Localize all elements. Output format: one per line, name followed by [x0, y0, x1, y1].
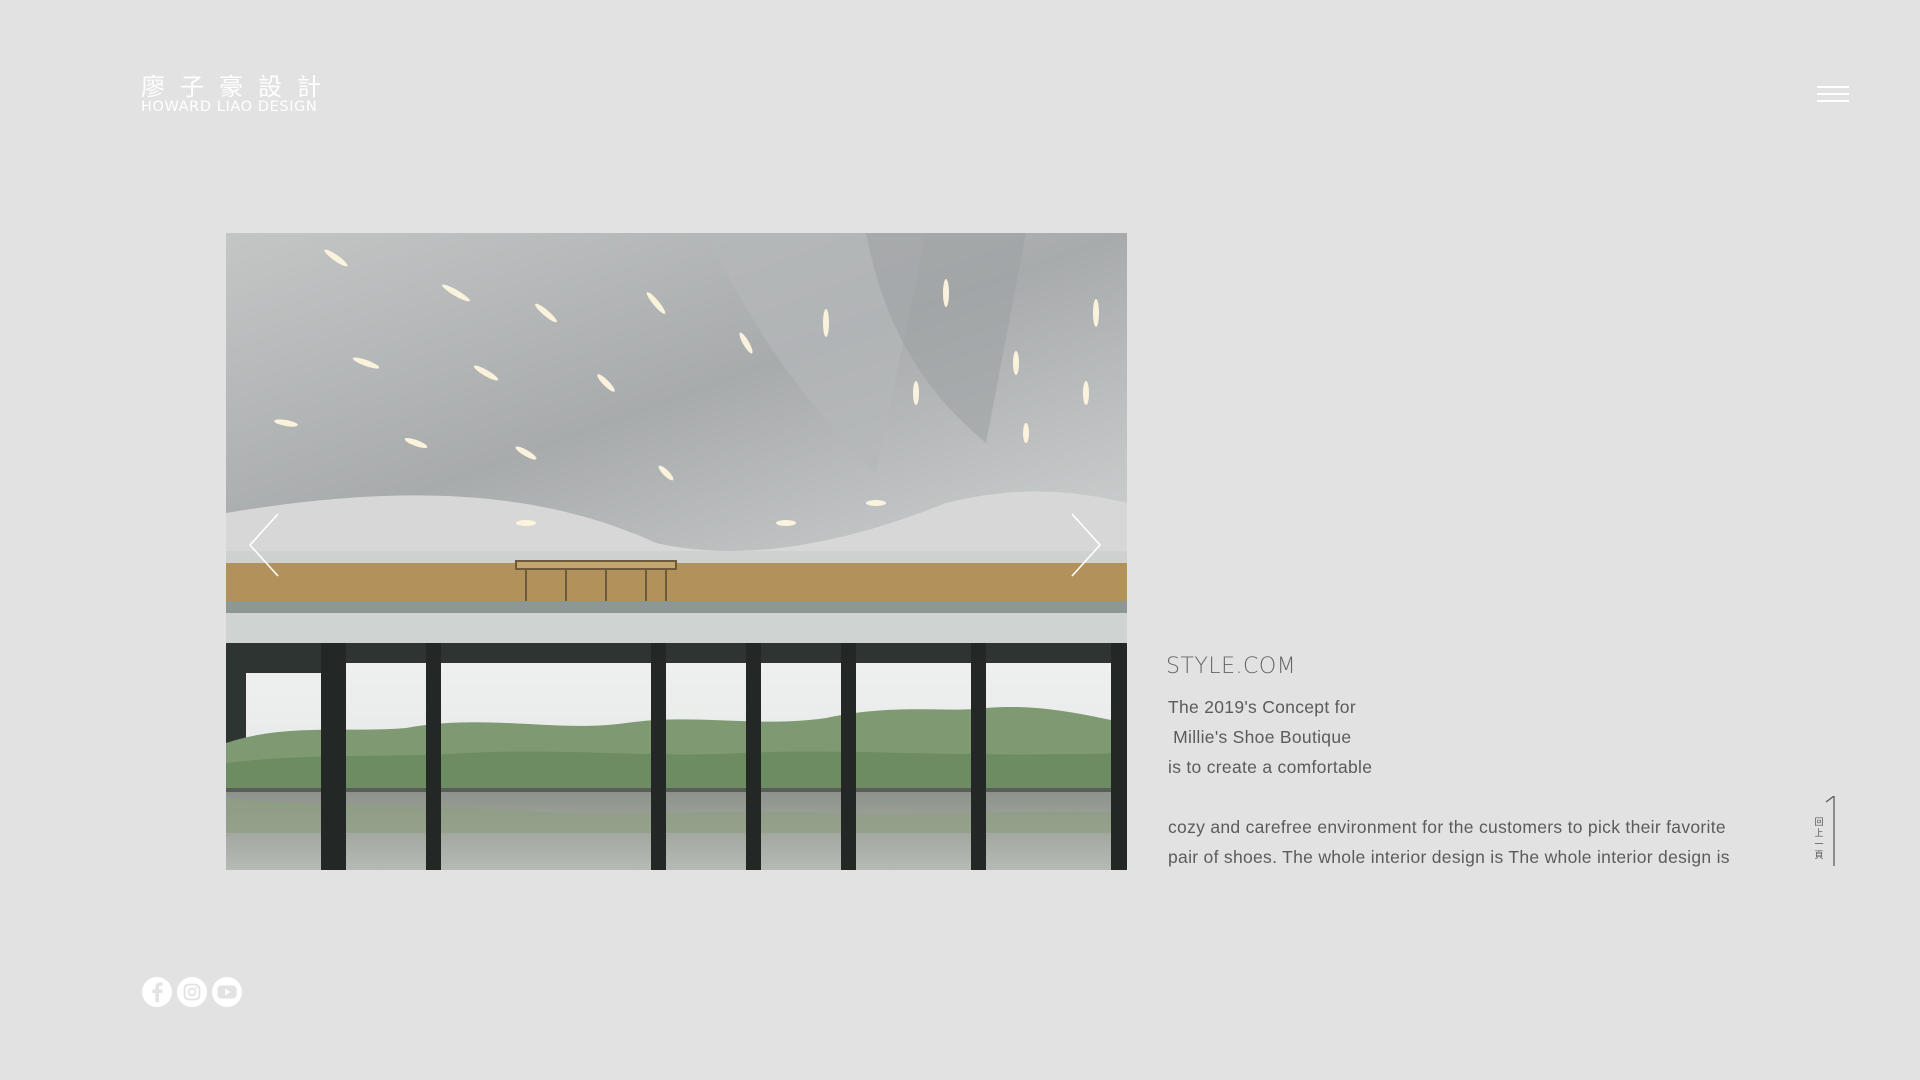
project-title: STYLE.COM [1166, 654, 1297, 679]
menu-line [1817, 86, 1849, 88]
social-links [142, 977, 242, 1007]
description-line: cozy and carefree environment for the cu… [1168, 817, 1726, 837]
project-photo-slideshow [226, 233, 1127, 870]
back-label: 回上一頁 [1814, 818, 1824, 861]
project-description: The 2019's Concept for Millie's Shoe Bou… [1168, 692, 1730, 872]
hamburger-icon[interactable] [1817, 86, 1849, 106]
site-logo[interactable]: 廖子豪設計 HOWARD LIAO DESIGN [141, 74, 336, 115]
description-line: Millie's Shoe Boutique [1168, 727, 1352, 747]
chevron-left-icon[interactable] [246, 510, 286, 580]
instagram-icon[interactable] [177, 977, 207, 1007]
menu-line [1817, 93, 1849, 95]
description-line: pair of shoes. The whole interior design… [1168, 847, 1730, 867]
description-line: The 2019's Concept for [1168, 697, 1356, 717]
logo-chinese-name: 廖子豪設計 [141, 73, 336, 101]
menu-line [1817, 100, 1849, 102]
description-line: is to create a comfortable [1168, 757, 1373, 777]
back-to-previous-button[interactable]: 回上一頁 [1812, 796, 1836, 868]
logo-english-name: HOWARD LIAO DESIGN [141, 99, 318, 115]
youtube-icon[interactable] [212, 977, 242, 1007]
interior-photo [226, 233, 1127, 870]
chevron-right-icon[interactable] [1064, 510, 1104, 580]
facebook-icon[interactable] [142, 977, 172, 1007]
